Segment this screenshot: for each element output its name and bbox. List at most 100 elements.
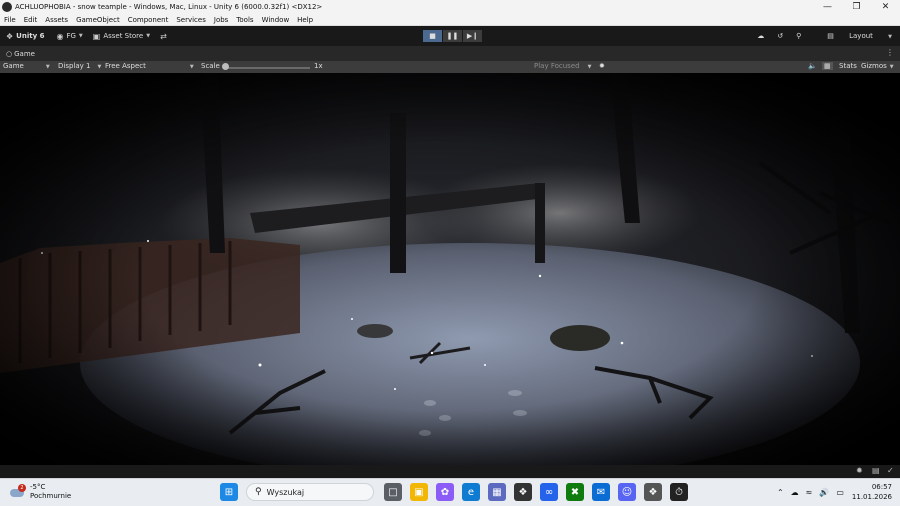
search-placeholder: Wyszukaj [266, 487, 305, 497]
history-icon[interactable]: ↺ [777, 32, 783, 40]
check-circle-icon[interactable]: ✓ [887, 466, 894, 475]
weather-temperature: -5°C [30, 483, 46, 491]
menu-help[interactable]: Help [293, 16, 317, 24]
asset-store-dropdown[interactable]: ▣ Asset Store ▼ [93, 32, 150, 41]
window-titlebar: ACHLUOPHOBIA - snow teample - Windows, M… [0, 0, 900, 14]
battery-icon[interactable]: ▭ [836, 488, 844, 497]
store-icon[interactable]: ▦ [488, 483, 506, 501]
cloud-icon[interactable]: ☁ [757, 32, 764, 40]
display-dropdown[interactable]: Display 1 ▼ [58, 62, 101, 70]
chevron-down-icon: ▼ [587, 64, 592, 70]
copilot-icon[interactable]: ✿ [436, 483, 454, 501]
outlook-icon[interactable]: ✉ [592, 483, 610, 501]
play-button[interactable]: ■ [423, 30, 442, 42]
account-icon: ◉ [56, 31, 64, 41]
layout-dropdown[interactable]: ▤ Layout ▼ [814, 32, 892, 40]
window-title: ACHLUOPHOBIA - snow teample - Windows, M… [15, 3, 323, 11]
tab-bar: ○ Game ⋮ [0, 46, 900, 61]
kebab-menu-icon[interactable]: ⋮ [886, 48, 894, 57]
gizmos-label: Gizmos [861, 62, 887, 70]
maximize-button[interactable]: ❐ [842, 2, 871, 12]
wifi-icon[interactable]: ≈ [806, 488, 813, 497]
play-focus-label: Play Focused [534, 62, 580, 70]
volume-icon[interactable]: 🔊 [819, 488, 829, 497]
display-dropdown-label: Display 1 [58, 62, 91, 70]
windows-taskbar: 2 -5°C Pochmurnie ⊞ ⚲ Wyszukaj □ ▣ ✿ e ▦… [0, 478, 900, 506]
branch-icon: ⇄ [160, 31, 167, 41]
close-button[interactable]: ✕ [871, 2, 900, 12]
minimize-button[interactable]: — [813, 2, 842, 12]
layout-label: Layout [849, 32, 873, 40]
chevron-down-icon: ▼ [78, 33, 83, 39]
file-explorer-icon[interactable]: ▣ [410, 483, 428, 501]
menu-gameobject[interactable]: GameObject [72, 16, 124, 24]
task-view-icon[interactable]: □ [384, 483, 402, 501]
toolbar-right: ☁ ↺ ⚲ ▤ Layout ▼ [744, 26, 892, 46]
chevron-down-icon: ▼ [888, 34, 892, 40]
notification-badge: 2 [18, 484, 26, 492]
discord-icon[interactable]: ☺ [618, 483, 636, 501]
asset-store-label: Asset Store [103, 32, 144, 40]
step-icon: ▶❙ [466, 32, 479, 40]
menu-tools[interactable]: Tools [232, 16, 257, 24]
clock[interactable]: 06:57 11.01.2026 [852, 482, 892, 502]
windows-start-icon[interactable]: ⊞ [220, 483, 238, 501]
gizmo-grid-icon[interactable]: ▦ [822, 62, 833, 70]
menu-component[interactable]: Component [124, 16, 173, 24]
search-icon: ⚲ [255, 487, 262, 497]
bug-icon[interactable]: ✹ [599, 62, 605, 70]
menu-bar: File Edit Assets GameObject Component Se… [0, 14, 900, 26]
stop-square-icon: ■ [429, 32, 436, 40]
game-scene-render [0, 73, 900, 465]
onedrive-icon[interactable]: ☁ [791, 488, 799, 497]
play-focus-dropdown[interactable]: Play Focused ▼ [534, 62, 591, 70]
pause-button[interactable]: ❚❚ [443, 30, 462, 42]
view-dropdown-label: Game [3, 62, 24, 70]
layers-icon[interactable]: ▤ [872, 466, 880, 475]
scale-label: Scale [201, 62, 220, 70]
game-viewport[interactable] [0, 73, 900, 465]
menu-services[interactable]: Services [172, 16, 210, 24]
vignette-overlay [0, 73, 900, 465]
app-icon[interactable]: ❖ [514, 483, 532, 501]
layout-icon: ▤ [827, 32, 834, 40]
menu-window[interactable]: Window [258, 16, 294, 24]
scale-slider[interactable] [226, 67, 310, 69]
version-control-button[interactable]: ⇄ [160, 32, 170, 41]
taskbar-search[interactable]: ⚲ Wyszukaj [246, 483, 374, 501]
account-label: FG [66, 32, 76, 40]
unity-button[interactable]: ❖ Unity 6 [6, 32, 44, 41]
stats-button[interactable]: Stats [839, 62, 857, 70]
mute-audio-icon[interactable]: 🔈 [808, 62, 817, 70]
chevron-up-icon[interactable]: ⌃ [777, 488, 784, 497]
weather-description: Pochmurnie [30, 492, 72, 500]
menu-assets[interactable]: Assets [41, 16, 72, 24]
menu-edit[interactable]: Edit [20, 16, 42, 24]
scale-value: 1x [314, 62, 323, 70]
step-button[interactable]: ▶❙ [463, 30, 482, 42]
weather-widget[interactable]: 2 -5°C Pochmurnie [10, 483, 71, 501]
search-icon[interactable]: ⚲ [796, 32, 801, 40]
debug-icon[interactable]: ✹ [856, 466, 863, 475]
clock-app-icon[interactable]: ⏱ [670, 483, 688, 501]
aspect-dropdown-label: Free Aspect [105, 62, 146, 70]
play-controls: ■ ❚❚ ▶❙ [423, 30, 483, 42]
xbox-icon[interactable]: ✖ [566, 483, 584, 501]
gizmos-button[interactable]: Gizmos ▼ [861, 62, 894, 70]
menu-file[interactable]: File [0, 16, 20, 24]
edge-browser-icon[interactable]: e [462, 483, 480, 501]
visual-studio-icon[interactable]: ∞ [540, 483, 558, 501]
scale-slider-handle[interactable] [222, 63, 229, 70]
chevron-down-icon: ▼ [189, 64, 194, 70]
menu-jobs[interactable]: Jobs [210, 16, 232, 24]
unity-label: Unity 6 [16, 32, 45, 40]
weather-cloud-icon: 2 [10, 484, 26, 500]
system-tray: ⌃ ☁ ≈ 🔊 ▭ 06:57 11.01.2026 [770, 482, 892, 502]
unity-hub-icon[interactable]: ❖ [644, 483, 662, 501]
account-dropdown[interactable]: ◉ FG ▼ [56, 32, 82, 41]
game-view-toolbar: Game ▼ Display 1 ▼ Free Aspect ▼ Scale 1x P… [0, 61, 900, 73]
aspect-dropdown[interactable]: Free Aspect ▼ [105, 62, 194, 70]
tab-game[interactable]: ○ Game [0, 50, 41, 58]
view-dropdown[interactable]: Game ▼ [3, 62, 50, 70]
chevron-down-icon: ▼ [97, 64, 102, 70]
